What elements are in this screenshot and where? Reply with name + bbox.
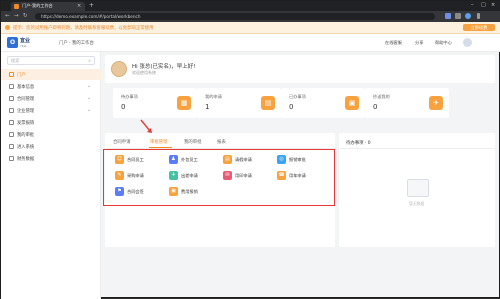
reload-icon[interactable]: ↻ [23, 13, 28, 20]
sidebar: 搜索 ⌕ 门户 基本信息 ⌄ 合同管理 ⌄ 企业管理 ⌄ 发票报销 我的审批 进… [1, 52, 101, 299]
stat-label: 已办事项 [289, 94, 306, 99]
panel-divider [339, 148, 495, 149]
tab-title: 门户-我的工作台 [22, 3, 53, 8]
contract-icon [9, 96, 14, 101]
stat-label: 待办事项 [121, 94, 138, 99]
stat-value: 0 [121, 103, 126, 111]
stat-value: 0 [289, 103, 294, 111]
help-center-link[interactable]: 帮助中心 [435, 40, 452, 46]
renew-button[interactable]: 立即续费 [463, 24, 495, 31]
empty-state-icon [407, 179, 429, 197]
home-icon [9, 72, 14, 77]
chevron-down-icon: ⌄ [87, 83, 92, 89]
notice-text: 提示：您的试用账户即将到期，请及时联系客服续费，以免影响正常使用 [13, 26, 154, 31]
stat-card-done[interactable]: 已办事项 0 ▣ [281, 88, 365, 118]
more-menu-icon[interactable] [477, 13, 480, 19]
sidebar-item-approvals[interactable]: 我的审批 [1, 129, 101, 140]
warning-icon [5, 25, 10, 30]
url-text: https://demo.example.com/#/portal/workbe… [41, 14, 141, 19]
highlight-box [103, 149, 335, 206]
tab-my-approvals[interactable]: 我的审批 [184, 139, 202, 145]
bookmarks-icon[interactable] [455, 13, 461, 19]
browser-tab[interactable]: 门户-我的工作台 × [11, 2, 85, 11]
approval-icon [9, 132, 14, 137]
invoice-icon [9, 120, 14, 125]
company-icon [9, 108, 14, 113]
window-close-icon[interactable]: × [491, 2, 495, 9]
sidebar-item-enter-system[interactable]: 进入系统 [1, 141, 101, 152]
stat-value: 1 [205, 103, 210, 111]
browser-window: 门户-我的工作台 × + – □ × ← → ↻ https://demo.ex… [0, 0, 500, 299]
sidebar-item-finance[interactable]: 财务数据 [1, 153, 101, 164]
new-tab-icon[interactable]: + [89, 2, 94, 9]
close-tab-icon[interactable]: × [77, 3, 81, 9]
welcome-card: Hi 张总(已实名)，早上好! 欢迎使用系统 [105, 55, 495, 83]
sidebar-search-input[interactable]: 搜索 ⌕ [7, 56, 95, 65]
app-header: O 宜业 YEJA 门户 · 我的工作台 在线客服 分享 帮助中心 [1, 34, 500, 52]
done-icon: ▣ [345, 96, 359, 110]
share-link[interactable]: 分享 [415, 40, 423, 46]
address-bar: ← → ↻ https://demo.example.com/#/portal/… [1, 11, 500, 22]
sidebar-item-contracts[interactable]: 合同管理 ⌄ [1, 93, 101, 104]
logo-subtitle: YEJA [20, 44, 27, 48]
request-icon: ▤ [261, 96, 275, 110]
sidebar-item-label: 基本信息 [17, 85, 35, 90]
url-field[interactable]: https://demo.example.com/#/portal/workbe… [35, 13, 435, 20]
chevron-down-icon: ⌄ [87, 107, 92, 113]
maximize-icon[interactable]: □ [481, 2, 486, 9]
sidebar-item-label: 企业管理 [17, 109, 35, 114]
empty-state-text: 暂无数据 [409, 201, 425, 206]
stat-label: 我的申请 [205, 94, 222, 99]
sidebar-item-label: 发票报销 [17, 121, 35, 126]
info-icon [9, 84, 14, 89]
breadcrumb: 门户 · 我的工作台 [59, 41, 94, 46]
todo-icon: ▦ [177, 96, 191, 110]
stat-card-my-requests[interactable]: 我的申请 1 ▤ [197, 88, 281, 118]
extension-icon[interactable] [445, 13, 451, 19]
arrow-annotation-icon [140, 119, 152, 133]
online-service-link[interactable]: 在线客服 [385, 40, 402, 46]
todo-panel-title: 待办事项 · 0 [346, 141, 371, 146]
tab-contract-apply[interactable]: 合同申请 [113, 139, 131, 145]
user-avatar[interactable] [463, 38, 472, 47]
welcome-title: Hi 张总(已实名)，早上好! [132, 64, 196, 70]
finance-icon [9, 156, 14, 161]
welcome-subtitle: 欢迎使用系统 [132, 70, 156, 75]
sidebar-item-portal[interactable]: 门户 [1, 69, 101, 80]
user-avatar-large [111, 61, 127, 77]
sidebar-item-label: 我的审批 [17, 133, 35, 138]
logo-name: 宜业 [20, 38, 31, 44]
stat-value: 0 [373, 103, 378, 111]
sidebar-item-label: 进入系统 [17, 145, 35, 150]
stat-card-todo[interactable]: 待办事项 0 ▦ [113, 88, 197, 118]
sidebar-item-invoice[interactable]: 发票报销 [1, 117, 101, 128]
chevron-down-icon: ⌄ [87, 95, 92, 101]
minimize-icon[interactable]: – [471, 2, 474, 9]
logo-icon: O [7, 37, 18, 48]
back-icon[interactable]: ← [5, 13, 10, 20]
sidebar-item-basic-info[interactable]: 基本信息 ⌄ [1, 81, 101, 92]
tab-bar: 门户-我的工作台 × + – □ × [1, 1, 500, 11]
sidebar-item-label: 合同管理 [17, 97, 35, 102]
notice-bar: 提示：您的试用账户即将到期，请及时联系客服续费，以免影响正常使用 立即续费 [1, 22, 500, 34]
tab-approval-manage[interactable]: 审批管理 [150, 139, 168, 145]
search-icon: ⌕ [88, 58, 91, 64]
forward-icon[interactable]: → [14, 13, 19, 20]
system-icon [9, 144, 14, 149]
stat-label: 抄送我的 [373, 94, 390, 99]
sidebar-item-company[interactable]: 企业管理 ⌄ [1, 105, 101, 116]
send-icon: ✈ [429, 96, 443, 110]
sidebar-item-label: 财务数据 [17, 157, 35, 162]
todo-panel: 待办事项 · 0 暂无数据 [339, 133, 495, 247]
favicon-icon [14, 4, 19, 9]
tab-reports[interactable]: 报表 [217, 139, 226, 145]
profile-icon[interactable] [465, 13, 471, 19]
stat-card-cc[interactable]: 抄送我的 0 ✈ [365, 88, 449, 118]
search-placeholder: 搜索 [11, 58, 20, 63]
sidebar-item-label: 门户 [17, 73, 26, 78]
